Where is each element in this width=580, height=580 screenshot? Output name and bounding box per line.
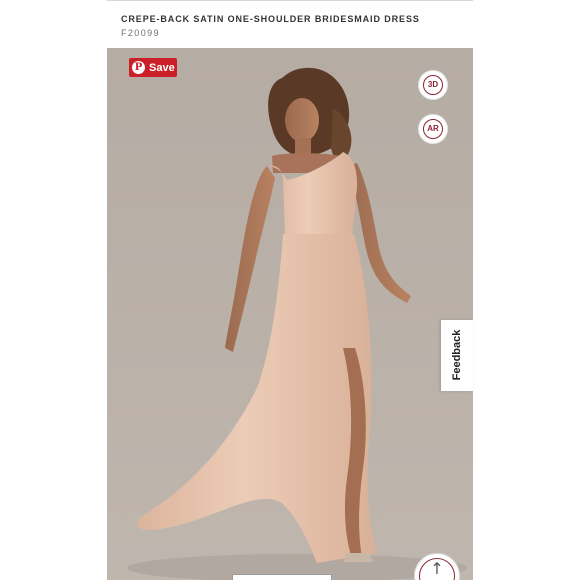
product-page: CREPE-BACK SATIN ONE-SHOULDER BRIDESMAID… <box>0 0 580 580</box>
product-title: CREPE-BACK SATIN ONE-SHOULDER BRIDESMAID… <box>121 14 420 24</box>
view-ar-button[interactable]: AR <box>418 114 448 144</box>
save-label: Save <box>149 61 175 74</box>
feedback-tab[interactable]: Feedback <box>441 320 473 391</box>
dress-skirt <box>136 234 377 563</box>
pinterest-icon: P <box>132 61 145 74</box>
product-sku: F20099 <box>121 28 160 38</box>
bottom-panel-edge <box>232 574 332 580</box>
feedback-label: Feedback <box>451 329 463 381</box>
left-arm <box>225 166 275 352</box>
face <box>285 98 319 142</box>
view-ar-label: AR <box>427 124 439 133</box>
arrow-up-icon: ↑ <box>430 559 444 578</box>
pinterest-save-button[interactable]: P Save <box>129 58 177 77</box>
header-divider <box>107 0 473 1</box>
view-3d-label: 3D <box>427 80 439 89</box>
view-3d-button[interactable]: 3D <box>418 70 448 100</box>
shoe <box>343 553 373 562</box>
